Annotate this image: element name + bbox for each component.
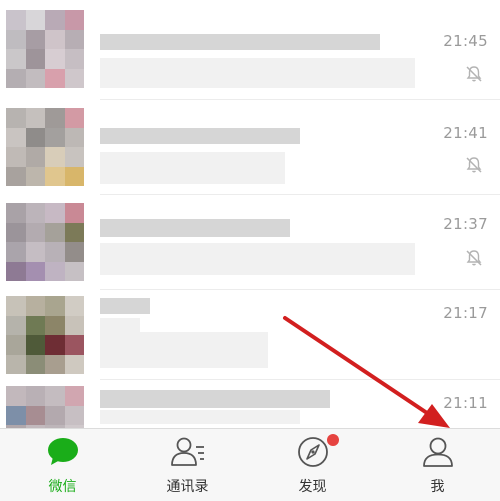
chat-time: 21:45 bbox=[443, 32, 488, 50]
chat-row[interactable]: 21:11 bbox=[0, 380, 500, 428]
chat-time: 21:37 bbox=[443, 215, 488, 233]
chat-time: 21:11 bbox=[443, 394, 488, 412]
avatar[interactable] bbox=[6, 296, 84, 374]
person-icon bbox=[422, 437, 453, 467]
tab-discover[interactable]: 发现 bbox=[250, 429, 375, 501]
avatar[interactable] bbox=[6, 108, 84, 186]
tab-contacts[interactable]: 通讯录 bbox=[125, 429, 250, 501]
contacts-icon bbox=[170, 437, 204, 466]
chat-row[interactable]: 21:37 bbox=[0, 195, 500, 290]
chat-time: 21:41 bbox=[443, 124, 488, 142]
chat-time: 21:17 bbox=[443, 304, 488, 322]
chat-row[interactable]: 21:17 bbox=[0, 290, 500, 380]
mute-icon bbox=[466, 157, 482, 173]
chat-bubble-icon bbox=[47, 438, 78, 465]
tab-label: 微信 bbox=[48, 479, 77, 495]
bottom-tab-bar: 微信 通讯录 发现 我 bbox=[0, 428, 500, 501]
compass-icon bbox=[297, 437, 328, 467]
avatar[interactable] bbox=[6, 386, 84, 428]
mute-icon bbox=[466, 66, 482, 82]
avatar[interactable] bbox=[6, 10, 84, 88]
chat-row[interactable]: 21:41 bbox=[0, 100, 500, 195]
mute-icon bbox=[466, 250, 482, 266]
chat-row[interactable]: 21:45 bbox=[0, 0, 500, 100]
tab-label: 通讯录 bbox=[166, 479, 209, 495]
tab-label: 我 bbox=[430, 479, 445, 495]
chat-list: 21:45 21:41 21:37 21:17 21:11 bbox=[0, 0, 500, 428]
tab-chats[interactable]: 微信 bbox=[0, 429, 125, 501]
tab-me[interactable]: 我 bbox=[375, 429, 500, 501]
avatar[interactable] bbox=[6, 203, 84, 281]
notification-badge bbox=[327, 434, 339, 446]
tab-label: 发现 bbox=[298, 479, 327, 495]
